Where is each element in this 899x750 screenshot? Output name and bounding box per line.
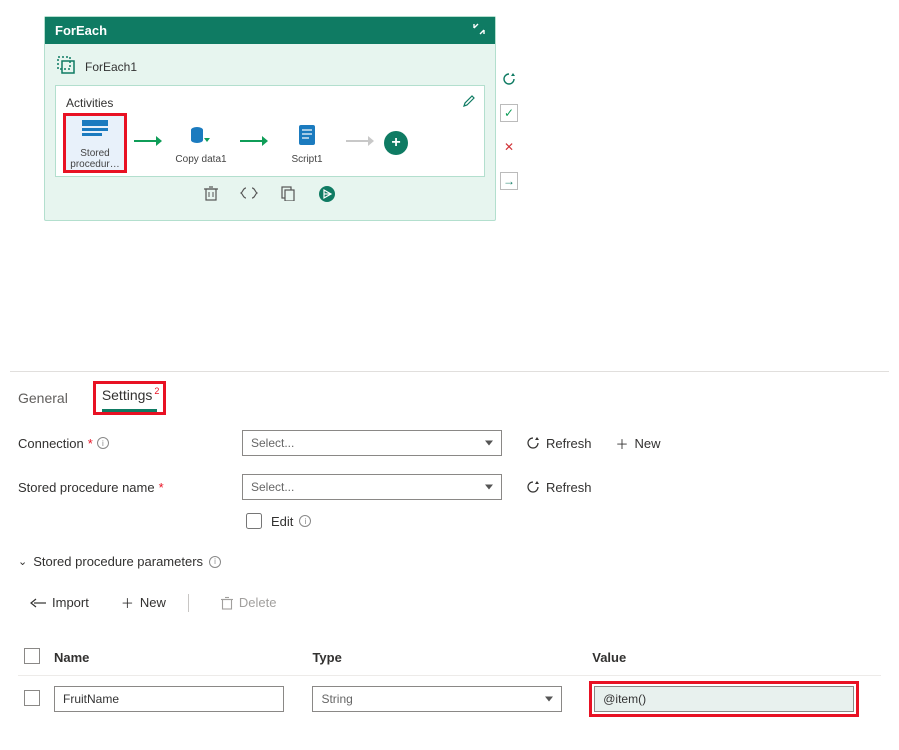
foreach-title: ForEach — [55, 23, 107, 38]
tab-settings-label: Settings — [102, 387, 153, 403]
activity-stored-procedure[interactable]: Stored procedur… — [66, 116, 124, 170]
error-icon[interactable]: ✕ — [500, 138, 518, 156]
sp-name-select[interactable]: Select... — [242, 474, 502, 500]
col-type: Type — [306, 640, 586, 676]
foreach-icon — [55, 54, 77, 79]
run-icon[interactable] — [318, 185, 336, 206]
arrow-icon — [346, 134, 374, 153]
foreach-header[interactable]: ForEach — [45, 17, 495, 44]
row-checkbox[interactable] — [24, 690, 40, 706]
tab-settings[interactable]: Settings2 — [102, 387, 158, 412]
connection-label: Connection — [18, 436, 84, 451]
activities-panel: Activities Stored procedur… — [55, 85, 485, 177]
activities-label: Activities — [66, 96, 474, 110]
success-icon[interactable]: ✓ — [500, 104, 518, 122]
refresh-label: Refresh — [546, 436, 592, 451]
delete-label: Delete — [239, 595, 277, 610]
type-value: String — [321, 692, 352, 706]
activity-copy-data[interactable]: Copy data1 — [172, 122, 230, 165]
table-row: String @item() — [18, 676, 881, 723]
select-placeholder: Select... — [251, 480, 294, 494]
sp-params-section-toggle[interactable]: ⌄ Stored procedure parameters i — [18, 554, 881, 569]
col-value: Value — [586, 640, 881, 676]
status-icons: ✓ ✕ → — [500, 70, 518, 190]
sp-params-label: Stored procedure parameters — [33, 554, 203, 569]
select-all-checkbox[interactable] — [24, 648, 40, 664]
chevron-down-icon: ⌄ — [18, 555, 27, 568]
info-icon[interactable]: i — [299, 515, 311, 527]
info-icon[interactable]: i — [97, 437, 109, 449]
arrow-icon — [240, 134, 268, 153]
foreach-name: ForEach1 — [85, 60, 137, 74]
new-connection-button[interactable]: ＋ New — [616, 434, 661, 453]
new-label: New — [140, 595, 166, 610]
add-activity-button[interactable]: + — [384, 131, 408, 155]
param-type-select[interactable]: String — [312, 686, 562, 712]
tab-badge: 2 — [154, 386, 159, 396]
edit-label: Edit — [271, 514, 293, 529]
param-name-input[interactable] — [54, 686, 284, 712]
collapse-icon[interactable] — [473, 23, 485, 38]
info-icon[interactable]: i — [209, 556, 221, 568]
params-table: Name Type Value String @item() — [18, 640, 881, 722]
copy-icon[interactable] — [280, 185, 296, 206]
refresh-icon[interactable] — [500, 70, 518, 88]
refresh-connection-button[interactable]: Refresh — [526, 436, 592, 451]
new-label: New — [635, 436, 661, 451]
col-name: Name — [48, 640, 306, 676]
activity-script[interactable]: Script1 — [278, 122, 336, 165]
foreach-container: ForEach ForEach1 Activities Stored proce… — [44, 16, 496, 221]
code-icon[interactable] — [240, 185, 258, 206]
select-placeholder: Select... — [251, 436, 294, 450]
refresh-label: Refresh — [546, 480, 592, 495]
activity-label: Script1 — [278, 154, 336, 165]
required-icon: * — [88, 436, 93, 451]
activity-label: Stored procedur… — [66, 148, 124, 170]
edit-checkbox[interactable] — [246, 513, 262, 529]
import-button[interactable]: Import — [30, 595, 89, 610]
delete-param-button[interactable]: Delete — [221, 595, 277, 610]
tab-bar: General Settings2 — [10, 372, 889, 412]
import-label: Import — [52, 595, 89, 610]
connection-select[interactable]: Select... — [242, 430, 502, 456]
activity-label: Copy data1 — [172, 154, 230, 165]
delete-icon[interactable] — [204, 185, 218, 206]
separator — [188, 594, 189, 612]
required-icon: * — [159, 480, 164, 495]
arrow-icon — [134, 134, 162, 153]
tab-general[interactable]: General — [18, 390, 68, 412]
new-param-button[interactable]: ＋ New — [121, 593, 166, 612]
sp-name-label: Stored procedure name — [18, 480, 155, 495]
edit-activities-icon[interactable] — [462, 94, 476, 111]
value-text: @item() — [603, 692, 646, 706]
navigate-icon[interactable]: → — [500, 172, 518, 190]
param-value-input[interactable]: @item() — [594, 686, 854, 712]
refresh-sp-button[interactable]: Refresh — [526, 480, 592, 495]
